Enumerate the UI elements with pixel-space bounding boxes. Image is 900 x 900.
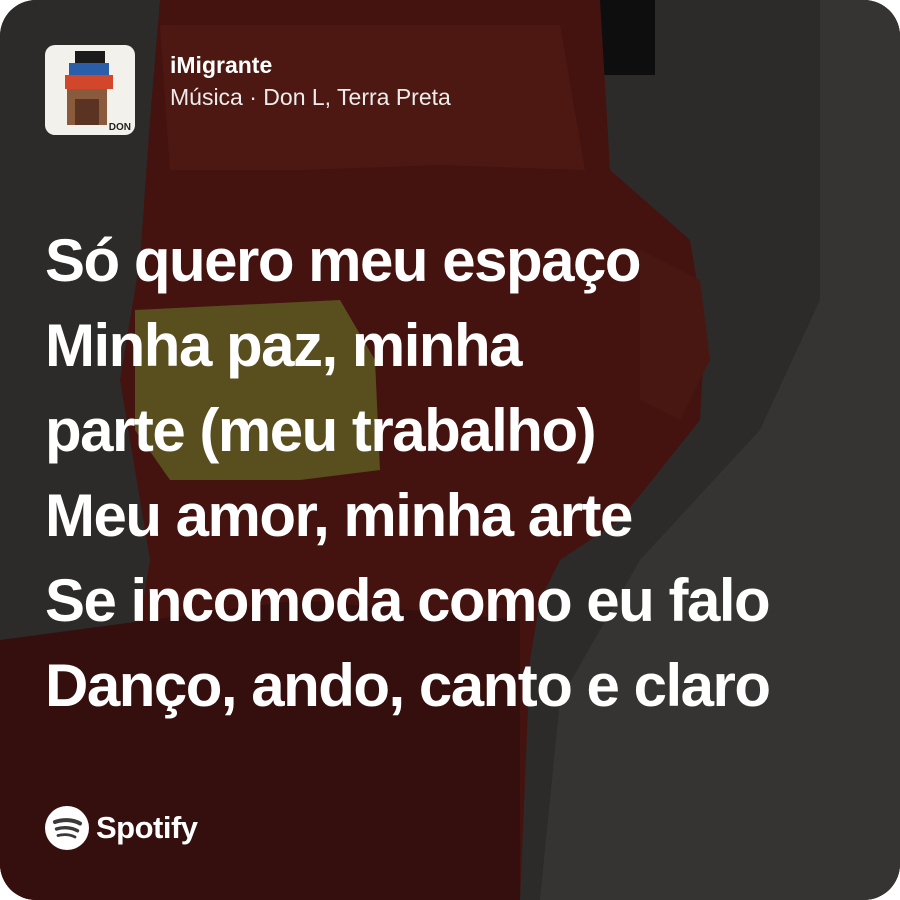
track-info: iMigrante Música · Don L, Terra Preta — [170, 50, 451, 114]
track-subtitle[interactable]: Música · Don L, Terra Preta — [170, 80, 451, 114]
lyric-line: Meu amor, minha arte — [45, 482, 633, 549]
album-cover[interactable]: DON — [45, 45, 135, 135]
spotify-wordmark: Spotify — [96, 810, 198, 845]
lyric-line: Só quero meu espaço — [45, 227, 642, 294]
lyrics-block: Só quero meu espaço Minha paz, minha par… — [45, 218, 875, 728]
spotify-logo-icon — [45, 806, 89, 850]
album-cover-text: DON — [108, 122, 131, 133]
lyrics-share-card: DON iMigrante Música · Don L, Terra Pret… — [0, 0, 900, 900]
lyric-line: Se incomoda como eu falo — [45, 567, 771, 634]
lyric-line: parte (meu trabalho) — [45, 397, 597, 464]
track-title[interactable]: iMigrante — [170, 50, 451, 80]
spotify-brand[interactable]: Spotify — [45, 806, 198, 850]
lyric-line: Danço, ando, canto e claro — [45, 652, 771, 719]
lyric-line: Minha paz, minha — [45, 312, 523, 379]
